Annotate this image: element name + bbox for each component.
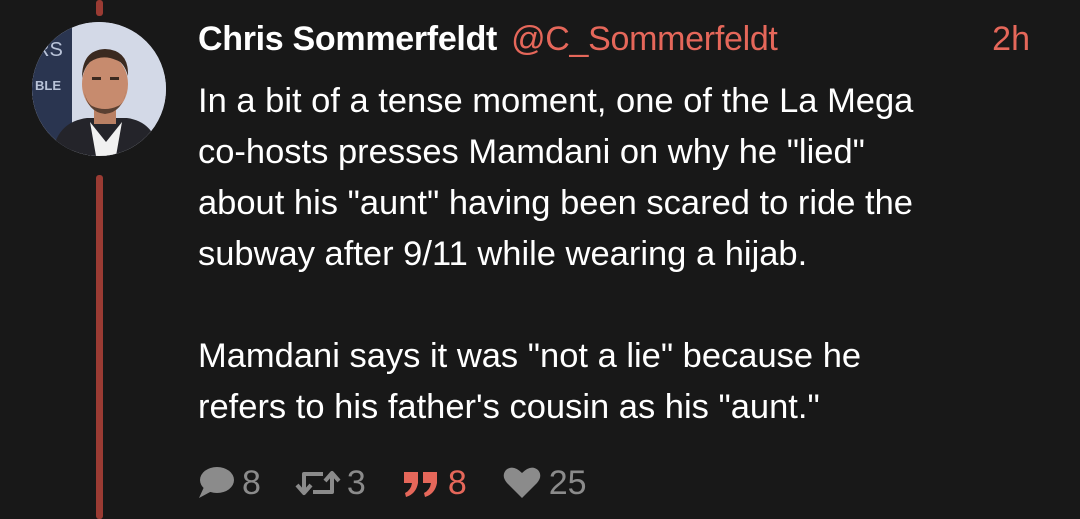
quote-button[interactable]: 8 xyxy=(400,464,467,503)
thread-line-top xyxy=(96,0,103,16)
post-timestamp[interactable]: 2h xyxy=(992,20,1030,59)
like-button[interactable]: 25 xyxy=(501,464,587,503)
user-handle[interactable]: @C_Sommerfeldt xyxy=(511,20,778,59)
quote-count: 8 xyxy=(447,463,467,502)
repost-button[interactable]: 3 xyxy=(295,464,366,503)
display-name[interactable]: Chris Sommerfeldt xyxy=(198,20,497,59)
post-actions: 8 3 8 25 xyxy=(196,460,621,506)
thread-line xyxy=(96,175,103,519)
avatar-photo: RS BLE xyxy=(32,22,166,156)
svg-text:BLE: BLE xyxy=(35,78,61,93)
post-header: Chris Sommerfeldt @C_Sommerfeldt 2h xyxy=(198,16,1058,62)
repost-arrows-icon xyxy=(295,471,341,495)
avatar[interactable]: RS BLE xyxy=(32,22,166,156)
heart-icon xyxy=(503,467,541,498)
quote-marks-icon xyxy=(403,472,437,497)
post-body: In a bit of a tense moment, one of the L… xyxy=(198,76,1058,433)
reply-count: 8 xyxy=(242,463,261,502)
speech-bubble-icon xyxy=(199,467,234,498)
post-paragraph: In a bit of a tense moment, one of the L… xyxy=(198,82,914,273)
like-count: 25 xyxy=(548,463,587,502)
repost-count: 3 xyxy=(346,463,366,502)
post-paragraph: Mamdani says it was "not a lie" because … xyxy=(198,337,862,426)
reply-button[interactable]: 8 xyxy=(196,464,261,503)
svg-text:RS: RS xyxy=(35,39,63,61)
